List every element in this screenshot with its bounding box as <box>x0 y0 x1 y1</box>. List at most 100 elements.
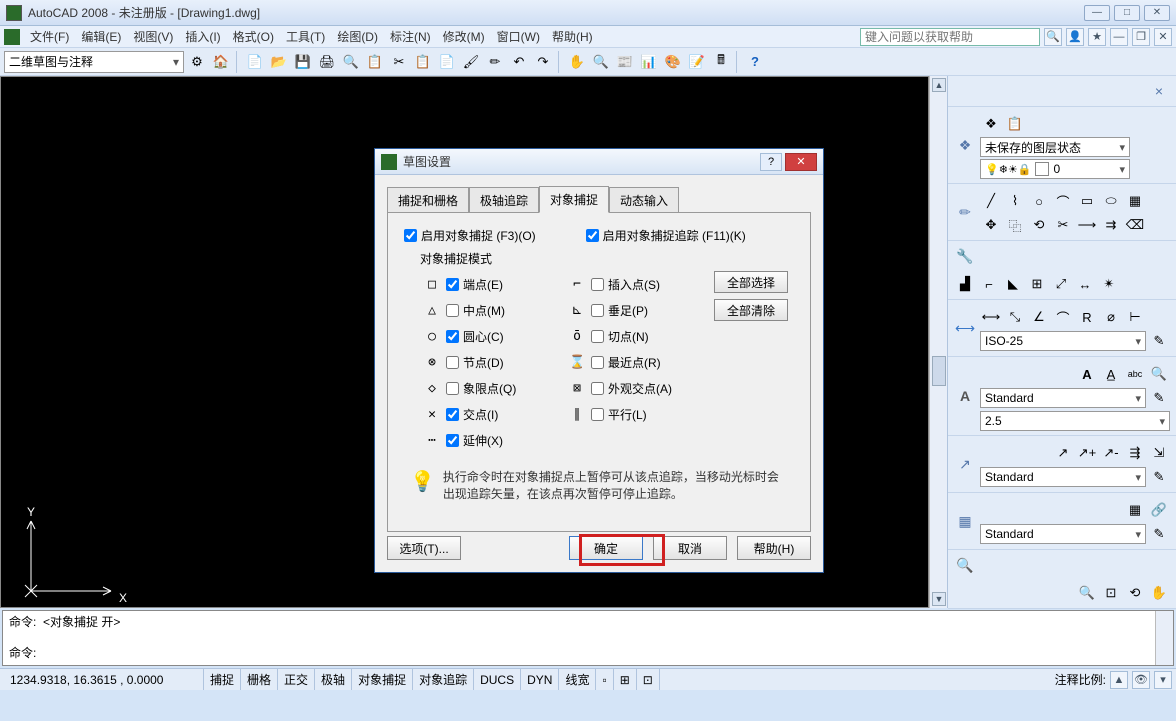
table-panel-icon[interactable]: ▦ <box>954 510 976 532</box>
dialog-close-icon[interactable]: ✕ <box>785 153 817 171</box>
apparent-checkbox[interactable]: 外观交点(A) <box>591 380 672 397</box>
menu-modify[interactable]: 修改(M) <box>437 26 491 47</box>
lwt-toggle[interactable]: 线宽 <box>559 669 596 690</box>
menu-draw[interactable]: 绘图(D) <box>331 26 384 47</box>
menu-help[interactable]: 帮助(H) <box>546 26 599 47</box>
block-editor-icon[interactable]: ✏ <box>484 51 506 73</box>
tab-polar[interactable]: 极轴追踪 <box>469 187 539 213</box>
dim-continue-icon[interactable]: ⊢ <box>1124 306 1146 328</box>
menu-window[interactable]: 窗口(W) <box>491 26 546 47</box>
node-checkbox[interactable]: 节点(D) <box>446 354 504 371</box>
midpoint-checkbox[interactable]: 中点(M) <box>446 302 505 319</box>
copy-icon[interactable]: 📋 <box>412 51 434 73</box>
minimize-button[interactable]: — <box>1084 5 1110 21</box>
workspace-selector[interactable]: 二维草图与注释 <box>4 51 184 73</box>
line-icon[interactable]: ╱ <box>980 190 1002 212</box>
workspace-lock-icon[interactable]: 🏠 <box>210 51 232 73</box>
extend-icon[interactable]: ⟶ <box>1076 214 1098 236</box>
ortho-toggle[interactable]: 正交 <box>278 669 315 690</box>
spell-icon[interactable]: abc <box>1124 363 1146 385</box>
offset-icon[interactable]: ⇉ <box>1100 214 1122 236</box>
help-icon[interactable]: ? <box>744 51 766 73</box>
mleader-panel-icon[interactable]: ↗ <box>954 453 976 475</box>
polar-toggle[interactable]: 极轴 <box>315 669 352 690</box>
dtext-icon[interactable]: A̲ <box>1100 363 1122 385</box>
sheet-set-icon[interactable]: 📊 <box>638 51 660 73</box>
dwf-icon[interactable]: 📰 <box>614 51 636 73</box>
paste-icon[interactable]: 📄 <box>436 51 458 73</box>
layer-states-icon[interactable]: 📋 <box>1004 113 1026 135</box>
clear-all-button[interactable]: 全部清除 <box>714 299 788 321</box>
enable-osnap-checkbox[interactable]: 启用对象捕捉 (F3)(O) <box>404 227 536 244</box>
intersection-checkbox[interactable]: 交点(I) <box>446 406 498 423</box>
open-icon[interactable]: 📂 <box>268 51 290 73</box>
mleader-edit-icon[interactable]: ✎ <box>1148 466 1170 488</box>
print-icon[interactable]: 🖨 <box>316 51 338 73</box>
status-extra-2[interactable]: ⊡ <box>637 669 660 690</box>
scroll-thumb[interactable] <box>932 356 946 386</box>
pline-icon[interactable]: ⌇ <box>1004 190 1026 212</box>
enable-otrack-checkbox[interactable]: 启用对象捕捉追踪 (F11)(K) <box>586 227 746 244</box>
nav-panel-icon[interactable]: 🔍 <box>954 554 976 576</box>
command-scrollbar[interactable] <box>1155 611 1173 665</box>
command-window[interactable]: 命令: <对象捕捉 开> 命令: <box>2 610 1174 666</box>
help-button[interactable]: 帮助(H) <box>737 536 811 560</box>
mirror-icon[interactable]: ▟ <box>954 273 976 295</box>
match-prop-icon[interactable]: 🖌 <box>460 51 482 73</box>
center-checkbox[interactable]: 圆心(C) <box>446 328 504 345</box>
endpoint-checkbox[interactable]: 端点(E) <box>446 276 503 293</box>
workspace-settings-icon[interactable]: ⚙ <box>186 51 208 73</box>
textstyle-combo[interactable]: Standard <box>980 388 1146 408</box>
command-prompt[interactable]: 命令: <box>9 644 1149 661</box>
coord-display[interactable]: 1234.9318, 16.3615 , 0.0000 <box>4 669 204 690</box>
doc-restore-button[interactable]: ❐ <box>1132 28 1150 46</box>
plot-preview-icon[interactable]: 🔍 <box>340 51 362 73</box>
tablestyle-edit-icon[interactable]: ✎ <box>1148 523 1170 545</box>
status-tray-icon[interactable]: ▾ <box>1154 671 1172 689</box>
parallel-checkbox[interactable]: 平行(L) <box>591 406 647 423</box>
ducs-toggle[interactable]: DUCS <box>474 669 521 690</box>
layers-panel-icon[interactable]: ❖ <box>954 134 976 156</box>
markup-icon[interactable]: 📝 <box>686 51 708 73</box>
mleader-icon[interactable]: ↗ <box>1052 442 1074 464</box>
table-insert-icon[interactable]: ▦ <box>1124 499 1146 521</box>
mleader-remove-icon[interactable]: ↗- <box>1100 442 1122 464</box>
grid-toggle[interactable]: 栅格 <box>241 669 278 690</box>
trim-icon[interactable]: ✂ <box>1052 214 1074 236</box>
layer-combo[interactable]: 💡❄☀🔒 0 <box>980 159 1130 179</box>
dim-aligned-icon[interactable]: ⤡ <box>1004 306 1026 328</box>
cancel-button[interactable]: 取消 <box>653 536 727 560</box>
scale-icon[interactable]: ⤢ <box>1050 273 1072 295</box>
menu-tools[interactable]: 工具(T) <box>280 26 331 47</box>
menu-insert[interactable]: 插入(I) <box>179 26 226 47</box>
nearest-checkbox[interactable]: 最近点(R) <box>591 354 661 371</box>
annovis-icon[interactable]: 👁 <box>1132 671 1150 689</box>
maximize-button[interactable]: □ <box>1114 5 1140 21</box>
fillet-icon[interactable]: ⌐ <box>978 273 1000 295</box>
save-icon[interactable]: 💾 <box>292 51 314 73</box>
dialog-help-icon[interactable]: ? <box>760 153 782 171</box>
close-button[interactable]: ✕ <box>1144 5 1170 21</box>
stretch-icon[interactable]: ↔ <box>1074 273 1096 295</box>
textheight-combo[interactable]: 2.5 <box>980 411 1170 431</box>
tangent-checkbox[interactable]: 切点(N) <box>591 328 649 345</box>
find-icon[interactable]: 🔍 <box>1148 363 1170 385</box>
arc-icon[interactable]: ⌒ <box>1052 190 1074 212</box>
mleader-combo[interactable]: Standard <box>980 467 1146 487</box>
scroll-down-icon[interactable]: ▼ <box>932 592 946 606</box>
quadrant-checkbox[interactable]: 象限点(Q) <box>446 380 516 397</box>
dim-angular-icon[interactable]: ∠ <box>1028 306 1050 328</box>
dimstyle-edit-icon[interactable]: ✎ <box>1148 330 1170 352</box>
tab-dyn[interactable]: 动态输入 <box>609 187 679 213</box>
status-extra-1[interactable]: ⊞ <box>614 669 637 690</box>
move-icon[interactable]: ✥ <box>980 214 1002 236</box>
draw-panel-icon[interactable]: ✏ <box>954 201 976 223</box>
text-panel-icon[interactable]: A <box>954 385 976 407</box>
hatch-icon[interactable]: ▦ <box>1124 190 1146 212</box>
favorites-icon[interactable]: ★ <box>1088 28 1106 46</box>
ellipse-icon[interactable]: ⬭ <box>1100 190 1122 212</box>
cut-icon[interactable]: ✂ <box>388 51 410 73</box>
mleader-collect-icon[interactable]: ⇲ <box>1148 442 1170 464</box>
doc-close-button[interactable]: ✕ <box>1154 28 1172 46</box>
menu-view[interactable]: 视图(V) <box>127 26 179 47</box>
